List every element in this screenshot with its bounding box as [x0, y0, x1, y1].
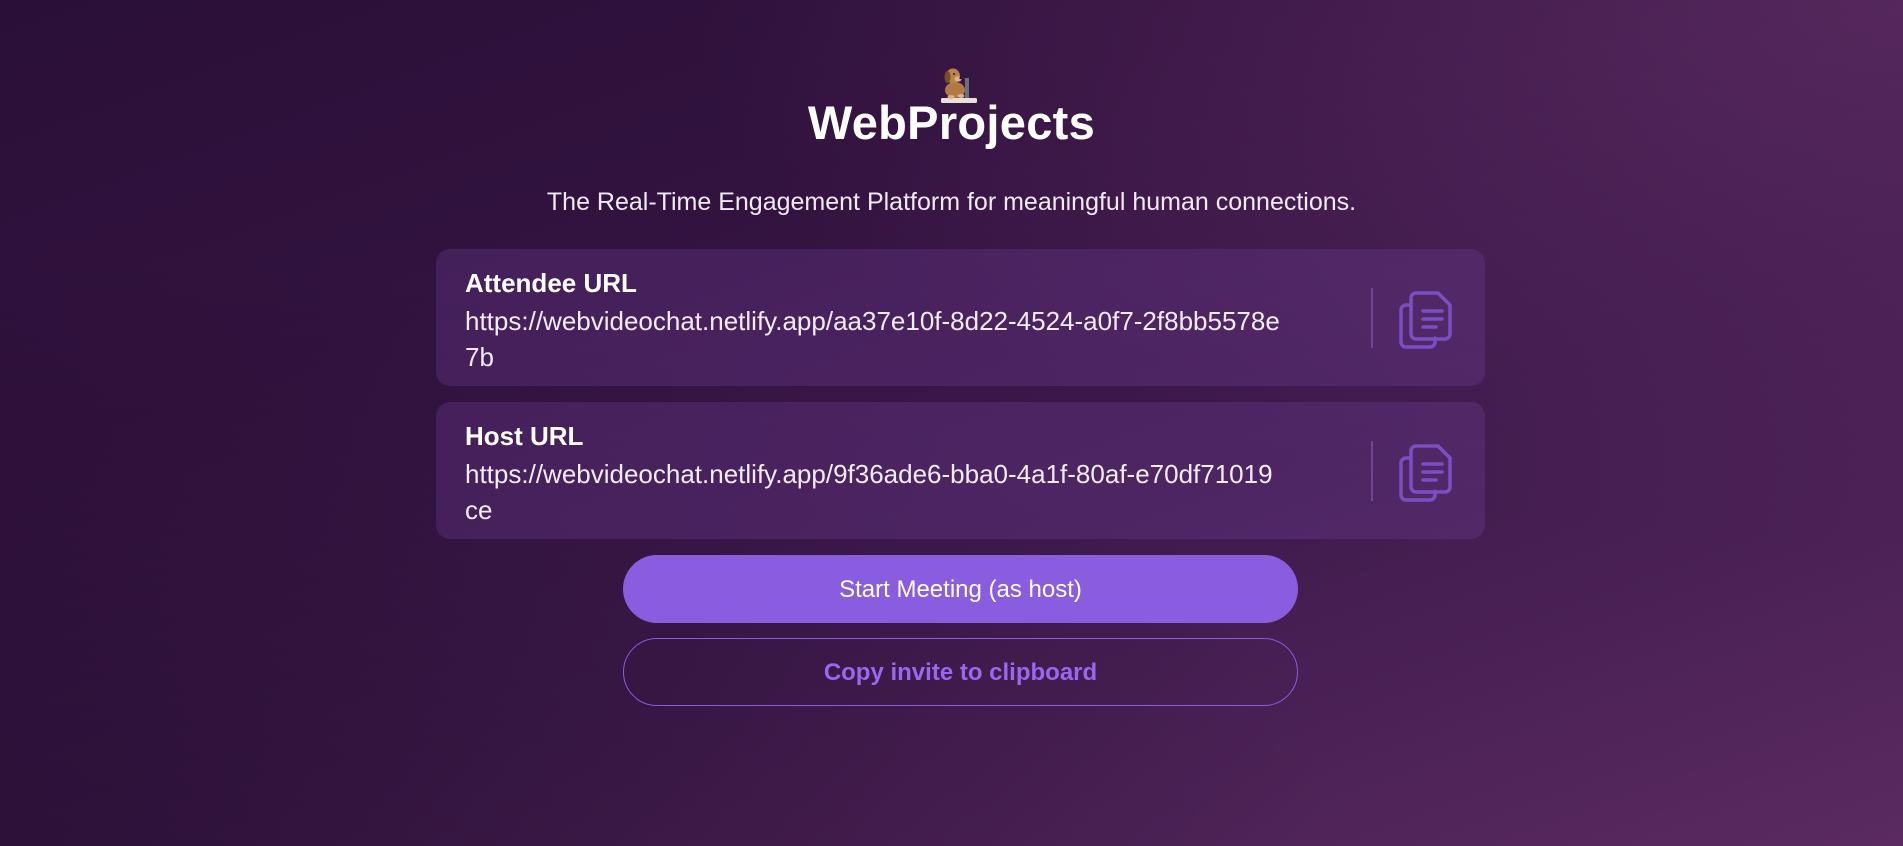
host-url-label: Host URL: [465, 421, 584, 451]
host-url-value: https://webvideochat.netlify.app/9f36ade…: [465, 459, 1273, 525]
page: WebProjects The Real-Time Engagement Pla…: [0, 0, 1903, 846]
copy-attendee-url-button[interactable]: [1394, 285, 1456, 351]
copy-invite-button[interactable]: Copy invite to clipboard: [623, 638, 1298, 706]
attendee-url-value: https://webvideochat.netlify.app/aa37e10…: [465, 306, 1280, 372]
divider: [1371, 441, 1373, 501]
copy-host-url-button[interactable]: [1394, 438, 1456, 504]
brand-title: WebProjects: [807, 96, 1096, 149]
copy-icon: [1399, 291, 1452, 349]
copy-icon: [1399, 444, 1452, 502]
divider: [1371, 288, 1373, 348]
tagline: The Real-Time Engagement Platform for me…: [546, 188, 1357, 216]
start-meeting-button[interactable]: Start Meeting (as host): [623, 555, 1298, 623]
attendee-url-label: Attendee URL: [465, 268, 637, 298]
attendee-url-card: Attendee URL https://webvideochat.netlif…: [436, 249, 1485, 386]
host-url-card: Host URL https://webvideochat.netlify.ap…: [436, 402, 1485, 539]
